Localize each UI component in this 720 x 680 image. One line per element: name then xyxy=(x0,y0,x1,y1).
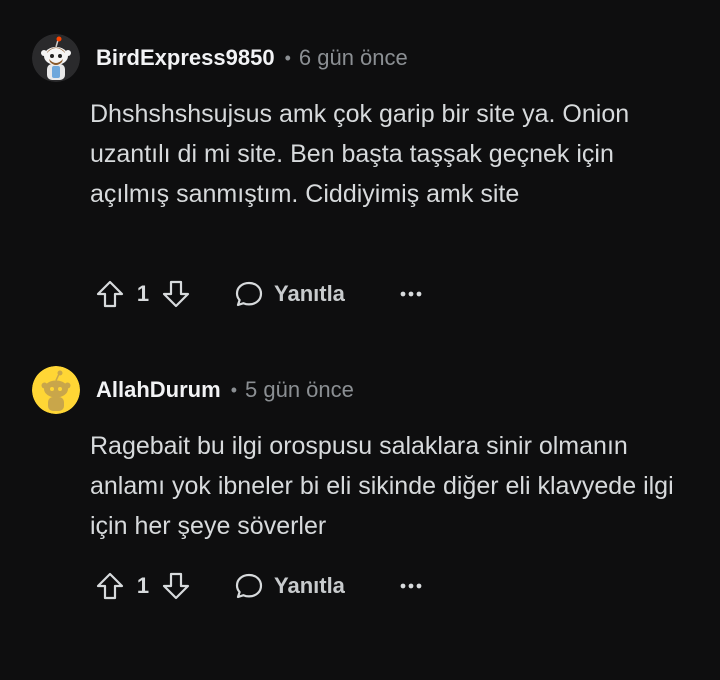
upvote-button[interactable] xyxy=(92,568,128,604)
vote-count: 1 xyxy=(136,573,150,598)
snoo-avatar-icon xyxy=(32,366,80,414)
comment-body: Ragebait bu ilgi orospusu salaklara sini… xyxy=(90,432,674,540)
reply-label: Yanıtla xyxy=(274,573,345,598)
avatar[interactable] xyxy=(32,34,80,82)
timestamp: 6 gün önce xyxy=(298,45,408,70)
avatar[interactable] xyxy=(32,366,80,414)
comment-bubble-icon xyxy=(235,573,263,599)
comment-body: Dhshshshsujsus amk çok garip bir site ya… xyxy=(90,100,630,208)
downvote-icon xyxy=(162,572,190,600)
reply-button[interactable]: Yanıtla xyxy=(234,279,345,309)
more-options-button[interactable] xyxy=(397,572,425,600)
downvote-icon xyxy=(162,280,190,308)
comment-actions: 1 Yanıtla xyxy=(92,274,425,314)
timestamp: 5 gün önce xyxy=(245,377,354,402)
username[interactable]: BirdExpress9850 xyxy=(96,45,275,71)
comment-header: AllahDurum • 5 gün önce xyxy=(32,364,354,416)
more-icon xyxy=(400,583,422,589)
separator: • xyxy=(284,47,291,68)
comment-bubble-icon xyxy=(235,281,263,307)
comment-actions: 1 Yanıtla xyxy=(92,566,425,606)
separator: • xyxy=(230,379,237,400)
username[interactable]: AllahDurum xyxy=(96,377,221,403)
snoo-avatar-icon xyxy=(32,34,80,82)
more-options-button[interactable] xyxy=(397,280,425,308)
more-icon xyxy=(400,291,422,297)
reply-label: Yanıtla xyxy=(274,281,345,306)
downvote-button[interactable] xyxy=(158,276,194,312)
upvote-button[interactable] xyxy=(92,276,128,312)
vote-count: 1 xyxy=(136,281,150,306)
upvote-icon xyxy=(96,572,124,600)
comment-header: BirdExpress9850 • 6 gün önce xyxy=(32,32,408,84)
downvote-button[interactable] xyxy=(158,568,194,604)
reply-button[interactable]: Yanıtla xyxy=(234,571,345,601)
upvote-icon xyxy=(96,280,124,308)
